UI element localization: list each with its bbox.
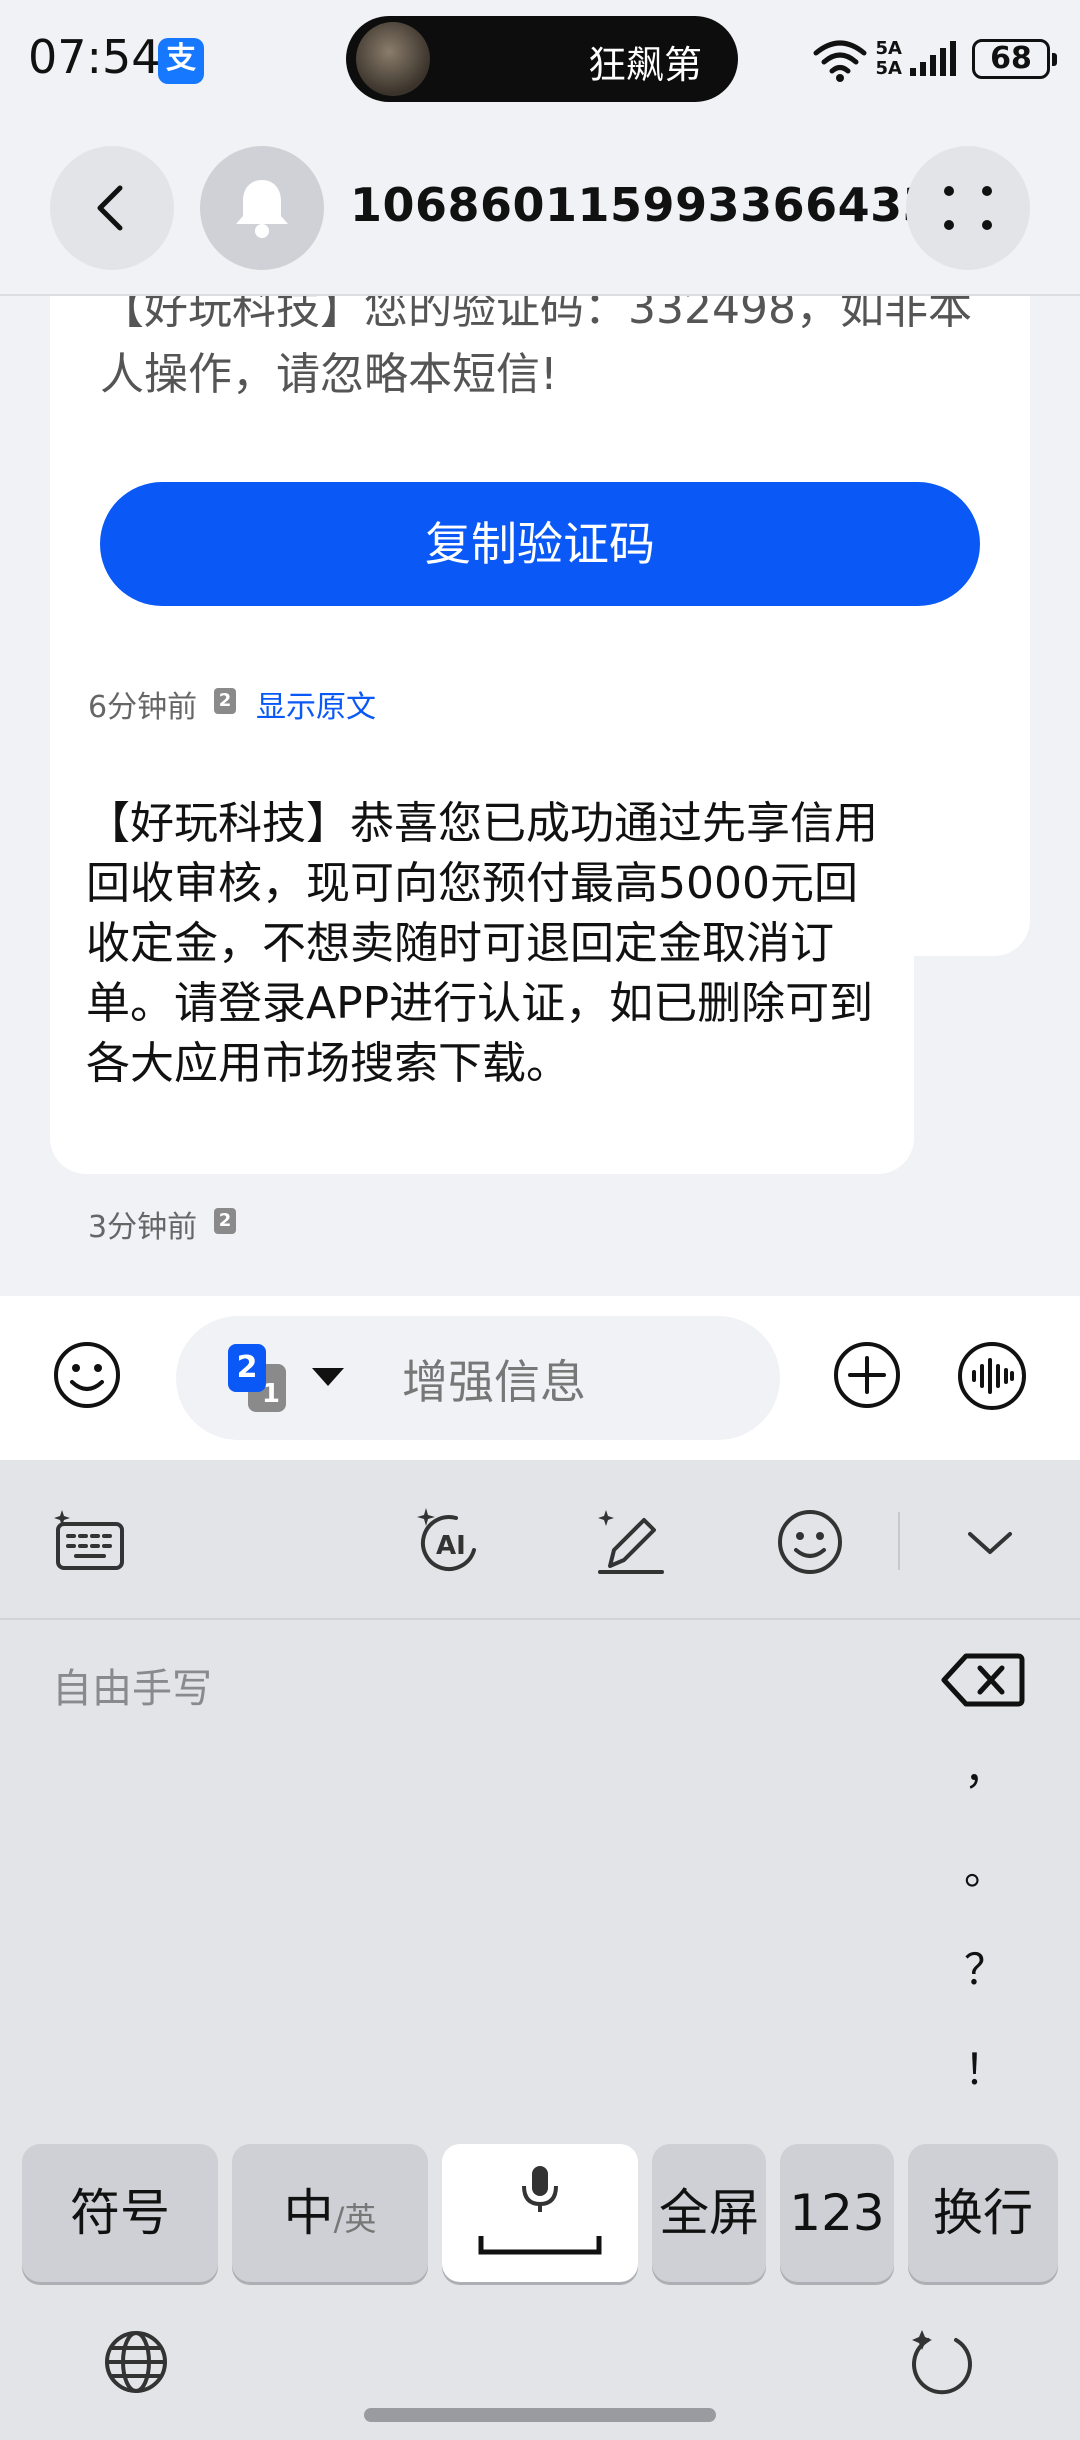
message-timestamp: 6分钟前 [88,690,198,725]
more-dot [982,220,992,230]
emoji-icon[interactable] [772,1506,848,1578]
emoji-button[interactable] [52,1340,122,1410]
sim-badge: 2 [214,1208,236,1234]
add-button[interactable] [832,1340,902,1410]
message-timestamp: 3分钟前 [88,1210,198,1245]
wifi-icon [813,40,867,82]
home-indicator[interactable] [364,2408,716,2422]
symbols-key[interactable]: 符号 [22,2144,218,2282]
more-dot [982,186,992,196]
status-icons: 5A 5A 68 [812,34,1057,84]
album-art-icon [356,22,430,96]
lang-alt-label: /英 [333,2200,377,2238]
toolbar-separator [898,1512,900,1570]
pen-icon[interactable] [592,1506,668,1578]
bell-icon [236,180,288,238]
live-activity-island[interactable]: 狂飙第 [346,16,738,102]
chevron-left-icon [97,185,123,231]
live-activity-text: 狂飙第 [587,43,702,87]
language-toggle-key[interactable]: 中/英 [232,2144,428,2282]
message-text: 【好玩科技】恭喜您已成功通过先享信用回收审核，现可向您预付最高5000元回收定金… [86,798,878,1089]
more-dot [944,186,954,196]
svg-text:AI: AI [436,1531,466,1561]
punct-key-exclaim[interactable]: ！ [960,2036,1010,2097]
handwriting-keyboard: AI 自由手写 ， 。 ？ ！ 符号 中/英 全屏 123 换行 [0,1460,1080,2440]
compose-bar: 1 2 增强信息 [0,1296,1080,1460]
punct-key-period[interactable]: 。 [960,1836,1010,1897]
collapse-keyboard-icon[interactable] [952,1506,1028,1578]
voice-button[interactable] [956,1340,1028,1412]
back-button[interactable] [50,146,174,270]
punct-key-comma[interactable]: ， [960,1736,1010,1797]
fullscreen-key[interactable]: 全屏 [652,2144,766,2282]
network-type-label: 5A 5A [875,38,902,79]
backspace-icon[interactable] [940,1650,1026,1710]
globe-icon[interactable] [102,2328,170,2396]
punct-key-question[interactable]: ？ [960,1936,1010,1997]
more-dot [944,220,954,230]
show-original-link[interactable]: 显示原文 [256,682,376,726]
signal-icon [910,41,956,76]
enter-key[interactable]: 换行 [908,2144,1058,2282]
lang-main-label: 中 [283,2184,334,2242]
ai-icon[interactable]: AI [412,1506,488,1578]
battery-icon: 68 [972,39,1057,79]
numbers-key[interactable]: 123 [780,2144,894,2282]
message-input[interactable]: 1 2 增强信息 [176,1316,780,1440]
message-text: 【好玩科技】您的验证码：332498，如非本人操作，请忽略本短信! [100,296,972,400]
restore-icon[interactable] [906,2326,978,2398]
sim-card-icon: 2 [228,1344,266,1392]
copy-code-button[interactable]: 复制验证码 [100,482,980,606]
sim-switch-button[interactable]: 1 2 [228,1344,318,1416]
toolbar-divider [0,1618,1080,1620]
handwriting-area-hint: 自由手写 [52,1666,212,1712]
microphone-icon [478,2166,602,2255]
space-key[interactable] [442,2144,638,2282]
status-time: 07:54 [28,30,161,84]
keyboard-switch-icon[interactable] [52,1506,128,1578]
message-list[interactable]: 【好玩科技】您的验证码：332498，如非本人操作，请忽略本短信! 复制验证码 … [0,296,1080,1296]
caret-down-icon[interactable] [312,1368,344,1386]
contact-number: 10686011599336643332 [350,178,1001,232]
sim-badge: 2 [214,688,236,714]
input-placeholder: 增强信息 [402,1355,586,1409]
alipay-icon: 支 [158,38,204,84]
contact-avatar[interactable] [200,146,324,270]
more-options-button[interactable] [906,146,1030,270]
